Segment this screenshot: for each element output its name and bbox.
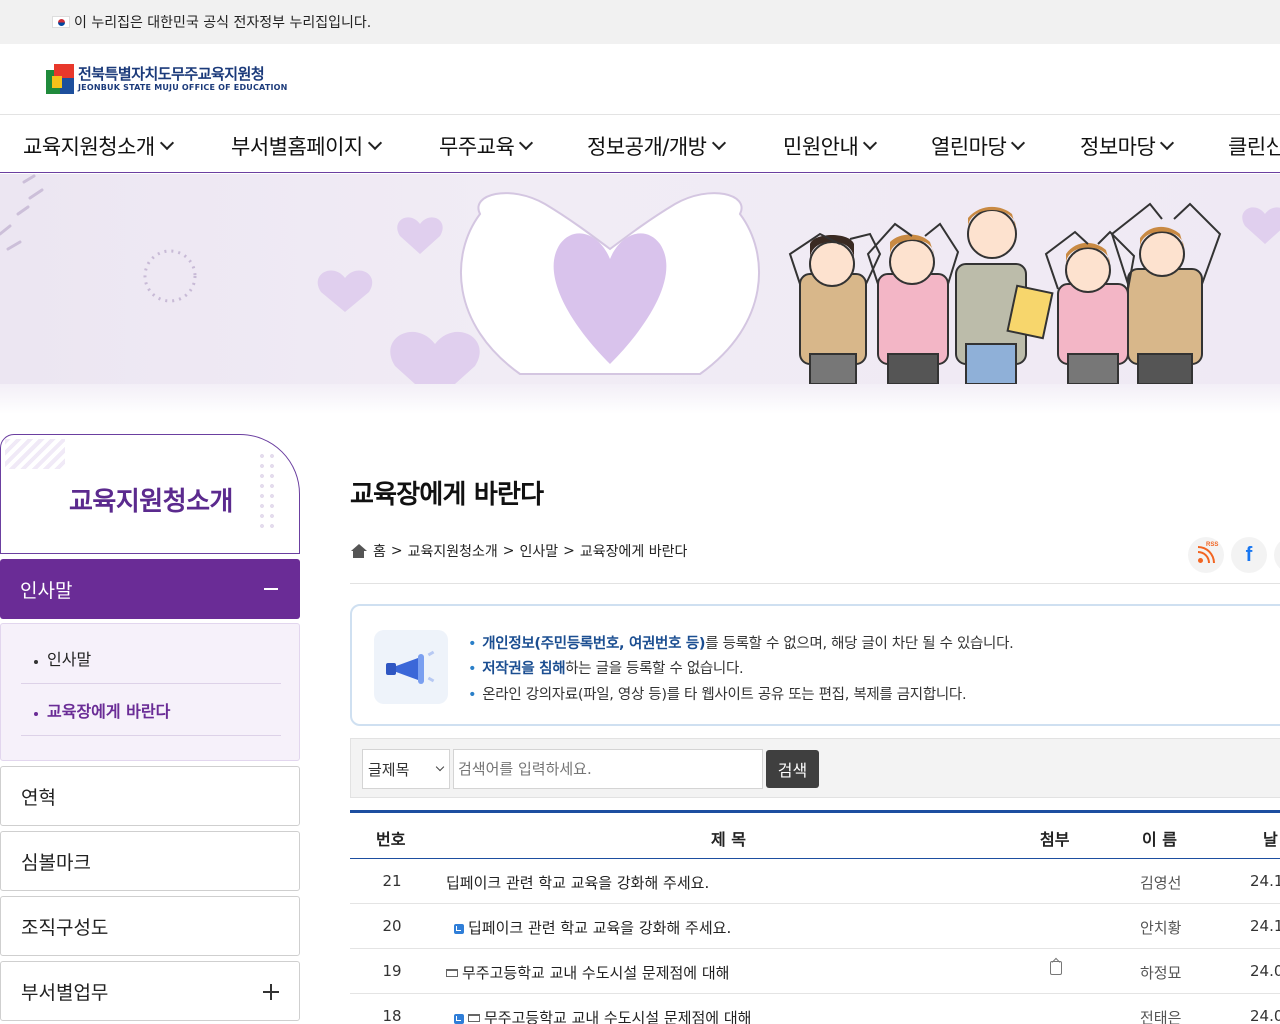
facebook-icon: f (1245, 543, 1253, 566)
students-group-icon (788, 202, 1222, 384)
heart-icon (1242, 207, 1280, 244)
folder-icon (468, 1014, 480, 1022)
search-input[interactable] (453, 749, 763, 789)
heart-icon (390, 332, 480, 384)
megaphone-icon (374, 630, 448, 704)
site-logo[interactable]: 전북특별자치도무주교육지원청 JEONBUK STATE MUJU OFFICE… (46, 64, 288, 94)
reply-icon (454, 924, 464, 934)
chevron-down-icon (711, 135, 726, 151)
facebook-share-button[interactable]: f (1231, 537, 1267, 573)
search-field-select[interactable]: 글제목 (362, 749, 450, 789)
table-row: 20 딥페이크 관련 학교 교육을 강화해 주세요. 안치황 24.1 (350, 904, 1280, 949)
search-bar: 글제목 검색 (350, 738, 1280, 798)
table-row: 19 무주고등학교 교내 수도시설 문제점에 대해 하정묘 24.0 (350, 949, 1280, 994)
folder-icon (446, 969, 458, 977)
dashed-circle-icon (143, 249, 197, 303)
table-row: 21 딥페이크 관련 학교 교육을 강화해 주세요. 김영선 24.1 (350, 859, 1280, 904)
breadcrumb-home[interactable]: 홈 (373, 541, 386, 561)
rss-icon (1198, 546, 1215, 563)
chevron-down-icon (863, 135, 878, 151)
submenu-item-suggestions[interactable]: 교육장에게 바란다 (21, 684, 281, 736)
hero-fade (0, 384, 1280, 414)
sidebar-title: 교육지원청소개 (69, 487, 233, 517)
header-name: 이 름 (1142, 830, 1178, 849)
sidebar-item-greeting[interactable]: 인사말 (0, 559, 300, 619)
gnb-item-clean[interactable]: 클린신 (1228, 131, 1280, 161)
gov-banner: 이 누리집은 대한민국 공식 전자정부 누리집입니다. (0, 0, 1280, 44)
post-title-link[interactable]: 딥페이크 관련 학교 교육을 강화해 주세요. (446, 872, 709, 893)
sidebar-item-label: 인사말 (20, 579, 73, 602)
table-header: 번호 제 목 첨부 이 름 날 (350, 813, 1280, 859)
breadcrumb-current: 교육장에게 바란다 (579, 544, 688, 560)
plus-icon (263, 984, 279, 1000)
logo-name-ko: 전북특별자치도무주교육지원청 (78, 64, 265, 83)
gnb-item-civil[interactable]: 민원안내 (783, 131, 878, 161)
gnb-item-departments[interactable]: 부서별홈페이지 (231, 131, 382, 161)
gov-banner-text: 이 누리집은 대한민국 공식 전자정부 누리집입니다. (74, 15, 372, 31)
logo-name-en: JEONBUK STATE MUJU OFFICE OF EDUCATION (78, 82, 288, 92)
minus-icon (264, 588, 278, 590)
header-title: 제 목 (711, 830, 747, 849)
gnb-item-info[interactable]: 정보마당 (1080, 131, 1175, 161)
attachment-icon[interactable] (1050, 961, 1062, 975)
stripe-pattern-icon (5, 439, 65, 469)
more-share-button[interactable] (1274, 537, 1280, 573)
logo-mark-icon (46, 64, 74, 94)
sidebar-item-organization[interactable]: 조직구성도 (0, 896, 300, 956)
header-date: 날 (1263, 830, 1278, 849)
divider (350, 583, 1280, 584)
heart-icon (317, 270, 373, 312)
post-title-link[interactable]: 무주고등학교 교내 수도시설 문제점에 대해 (454, 1007, 751, 1024)
breadcrumb: 홈 > 교육지원청소개 > 인사말 > 교육장에게 바란다 (350, 541, 687, 561)
gnb-item-education[interactable]: 무주교육 (439, 131, 534, 161)
sidebar-item-department-tasks[interactable]: 부서별업무 (0, 961, 300, 1021)
breadcrumb-item[interactable]: 교육지원청소개 (408, 541, 498, 561)
breadcrumb-item[interactable]: 인사말 (520, 541, 559, 561)
sidebar-item-symbol[interactable]: 심볼마크 (0, 831, 300, 891)
table-row: 18 무주고등학교 교내 수도시설 문제점에 대해 전태은 24.0 (350, 994, 1280, 1024)
site-header: 전북특별자치도무주교육지원청 JEONBUK STATE MUJU OFFICE… (0, 44, 1280, 115)
gnb-item-intro[interactable]: 교육지원청소개 (23, 131, 174, 161)
chevron-down-icon (159, 135, 174, 151)
reply-icon (454, 1014, 464, 1024)
page-title: 교육장에게 바란다 (350, 480, 544, 510)
chevron-down-icon (519, 135, 534, 151)
rss-button[interactable]: RSS (1188, 537, 1224, 573)
hero-illustration (0, 174, 1280, 384)
post-title-link[interactable]: 무주고등학교 교내 수도시설 문제점에 대해 (446, 962, 729, 983)
hero-banner (0, 174, 1280, 384)
chevron-down-icon (1160, 135, 1175, 151)
home-icon (350, 544, 367, 558)
chevron-down-icon (367, 135, 382, 151)
sidebar-submenu: 인사말 교육장에게 바란다 (0, 623, 300, 761)
post-title-link[interactable]: 딥페이크 관련 학교 교육을 강화해 주세요. (454, 917, 731, 938)
board-table: 번호 제 목 첨부 이 름 날 21 딥페이크 관련 학교 교육을 강화해 주세… (350, 810, 1280, 1024)
submenu-item-greeting[interactable]: 인사말 (21, 632, 281, 684)
heart-icon (397, 217, 443, 254)
notice-box: 개인정보(주민등록번호, 여권번호 등)를 등록할 수 없으며, 해당 글이 차… (350, 604, 1280, 726)
sidebar-title-box: 교육지원청소개 (0, 434, 300, 554)
gnb-item-disclosure[interactable]: 정보공개/개방 (587, 131, 726, 161)
header-number: 번호 (376, 830, 406, 849)
chevron-down-icon (1011, 135, 1026, 151)
sidebar-item-history[interactable]: 연혁 (0, 766, 300, 826)
header-attachment: 첨부 (1040, 830, 1070, 849)
global-nav: 교육지원청소개 부서별홈페이지 무주교육 정보공개/개방 민원안내 열린마당 정… (0, 115, 1280, 173)
sun-rays-icon (0, 174, 44, 251)
chevron-down-icon (435, 762, 445, 772)
gnb-item-open[interactable]: 열린마당 (931, 131, 1026, 161)
notice-line-3: 온라인 강의자료(파일, 영상 등)를 타 웹사이트 공유 또는 편집, 복제를… (468, 683, 966, 704)
notice-line-2: 저작권을 침해하는 글을 등록할 수 없습니다. (468, 657, 743, 678)
notice-line-1: 개인정보(주민등록번호, 여권번호 등)를 등록할 수 없으며, 해당 글이 차… (468, 632, 1013, 653)
korea-flag-icon (52, 16, 70, 28)
search-button[interactable]: 검색 (766, 750, 819, 788)
